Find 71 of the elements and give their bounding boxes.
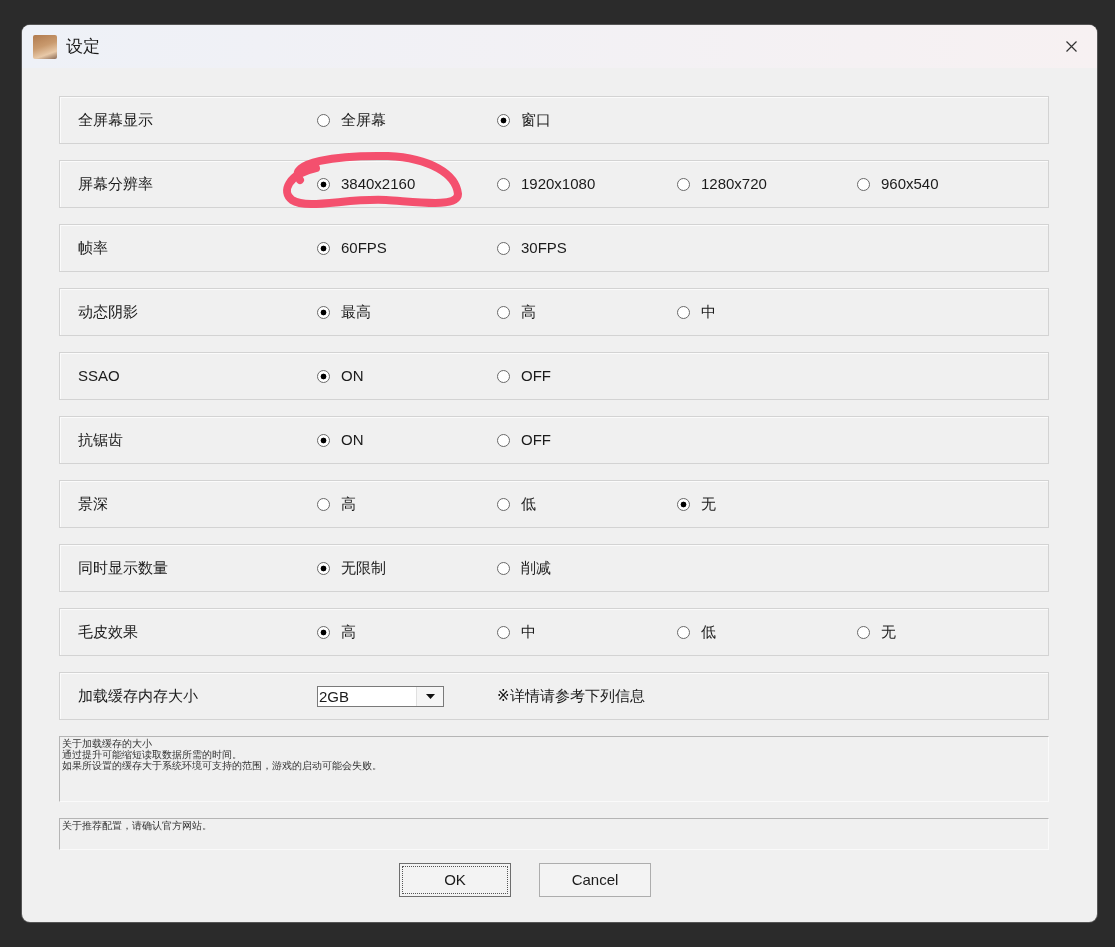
radio-button[interactable] [317, 369, 330, 383]
window-title: 设定 [66, 35, 100, 58]
radio-button[interactable] [317, 241, 330, 255]
dropdown[interactable]: 2GB [317, 685, 444, 707]
option-label[interactable]: 窗口 [521, 108, 551, 132]
setting-label: 毛皮效果 [77, 621, 139, 642]
radio-button[interactable] [497, 497, 510, 511]
setting-label: 加载缓存内存大小 [77, 685, 199, 706]
info-text: 如果所设置的缓存大于系统环境可支持的范围，游戏的启动可能会失败。 [62, 760, 383, 771]
option-label[interactable]: 无 [701, 492, 716, 516]
cancel-button[interactable]: Cancel [539, 863, 651, 897]
option-label[interactable]: 60FPS [341, 236, 387, 260]
radio-button[interactable] [317, 433, 330, 447]
caret-icon [425, 693, 435, 699]
option-label[interactable]: OFF [521, 428, 551, 452]
option-label[interactable]: 1920x1080 [521, 172, 596, 196]
radio-button[interactable] [317, 113, 330, 127]
radio-button[interactable] [497, 433, 510, 447]
option-label[interactable]: 无限制 [341, 556, 386, 580]
radio-button[interactable] [497, 625, 510, 639]
radio-button[interactable] [317, 177, 330, 191]
radio-button[interactable] [317, 561, 330, 575]
radio-button[interactable] [497, 369, 510, 383]
option-label[interactable]: 3840x2160 [341, 172, 416, 196]
radio-button[interactable] [317, 625, 330, 639]
setting-label: 同时显示数量 [77, 557, 169, 578]
option-label[interactable]: 高 [521, 300, 536, 324]
close-icon [1065, 41, 1077, 52]
radio-button[interactable] [497, 113, 510, 127]
radio-button[interactable] [677, 625, 690, 639]
setting-label: SSAO [77, 365, 121, 386]
option-label[interactable]: 1280x720 [701, 172, 767, 196]
setting-label: 帧率 [77, 237, 109, 258]
option-label[interactable]: 高 [341, 492, 356, 516]
radio-button[interactable] [497, 241, 510, 255]
option-label[interactable]: 中 [521, 620, 536, 644]
radio-button[interactable] [497, 561, 510, 575]
option-label[interactable]: 30FPS [521, 236, 567, 260]
option-label[interactable]: 中 [701, 300, 716, 324]
option-label[interactable]: 低 [521, 492, 536, 516]
app-icon [33, 34, 57, 59]
setting-label: 抗锯齿 [77, 429, 124, 450]
info-text: 通过提升可能缩短读取数据所需的时间。 [62, 749, 242, 760]
option-label[interactable]: 最高 [341, 300, 371, 324]
radio-button[interactable] [677, 497, 690, 511]
info-text: 关于加载缓存的大小 [62, 738, 152, 749]
option-label[interactable]: 低 [701, 620, 716, 644]
option-label[interactable]: ON [341, 428, 364, 452]
info-text: 关于推荐配置，请确认官方网站。 [62, 820, 213, 831]
setting-label: 动态阴影 [77, 301, 139, 322]
radio-button[interactable] [677, 177, 690, 191]
note-text: ※详情请参考下列信息 [497, 685, 645, 706]
option-label[interactable]: 削减 [521, 556, 551, 580]
radio-button[interactable] [857, 625, 870, 639]
option-label[interactable]: 高 [341, 620, 356, 644]
radio-button[interactable] [857, 177, 870, 191]
option-label[interactable]: ON [341, 364, 364, 388]
option-label[interactable]: 无 [881, 620, 896, 644]
ok-button[interactable]: OK [399, 863, 511, 897]
setting-label: 屏幕分辨率 [77, 173, 154, 194]
dropdown-arrow-button[interactable] [416, 686, 443, 706]
radio-button[interactable] [497, 177, 510, 191]
option-label[interactable]: 全屏幕 [341, 108, 386, 132]
radio-button[interactable] [317, 497, 330, 511]
setting-label: 景深 [77, 493, 109, 514]
radio-button[interactable] [677, 305, 690, 319]
radio-button[interactable] [317, 305, 330, 319]
option-label[interactable]: OFF [521, 364, 551, 388]
setting-label: 全屏幕显示 [77, 109, 154, 130]
radio-button[interactable] [497, 305, 510, 319]
option-label[interactable]: 960x540 [881, 172, 939, 196]
